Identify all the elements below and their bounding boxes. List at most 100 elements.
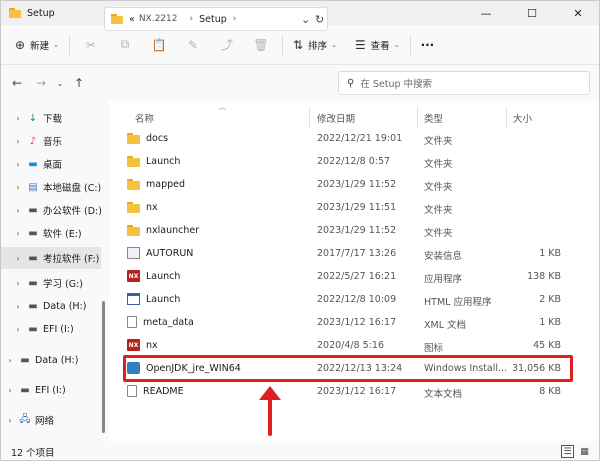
maximize-button[interactable]: ☐	[509, 1, 555, 25]
file-name-cell[interactable]: AUTORUN	[127, 247, 193, 259]
file-name-cell[interactable]: nxlauncher	[127, 224, 199, 236]
breadcrumb-separator-icon[interactable]: ›	[189, 14, 193, 24]
file-name-cell[interactable]: Launch	[127, 293, 180, 305]
file-name-cell[interactable]: NX nx	[127, 339, 158, 351]
share-icon[interactable]: ⤴	[210, 31, 244, 59]
breadcrumb-overflow[interactable]: «	[129, 14, 135, 25]
chevron-right-icon[interactable]: ›	[5, 416, 15, 425]
file-name-cell[interactable]: NX Launch	[127, 270, 180, 282]
forward-arrow-icon[interactable]: →	[29, 71, 53, 95]
file-row[interactable]: NX Launch 2022/5/27 16:21 应用程序 138 KB	[109, 266, 569, 289]
more-button[interactable]: ···	[415, 31, 441, 59]
file-name: mapped	[146, 178, 186, 190]
drive-icon: ▬	[20, 354, 30, 366]
chevron-right-icon[interactable]: ›	[13, 206, 23, 215]
file-row[interactable]: Launch 2022/12/8 10:09 HTML 应用程序 2 KB	[109, 289, 569, 312]
delete-icon[interactable]: 🗑	[244, 31, 278, 59]
sidebar-item-drive-i[interactable]: › ▬ EFI (I:)	[5, 379, 65, 401]
column-divider[interactable]	[417, 107, 418, 127]
chevron-right-icon[interactable]: ›	[13, 325, 23, 334]
chevron-right-icon[interactable]: ›	[13, 279, 23, 288]
file-name-cell[interactable]: README	[127, 385, 184, 397]
new-button[interactable]: ⊕ 新建 ⌄	[9, 31, 65, 59]
view-button[interactable]: ☰ 查看 ⌄	[349, 31, 406, 59]
breadcrumb[interactable]: Setup	[199, 14, 227, 25]
drive-icon: ▬	[28, 323, 38, 335]
column-header-size[interactable]: 大小	[513, 109, 532, 127]
file-row[interactable]: mapped 2023/1/29 11:52 文件夹	[109, 174, 569, 197]
sidebar-item-music[interactable]: › ♪ 音乐	[13, 130, 62, 152]
breadcrumb[interactable]: NX.2212	[139, 14, 178, 24]
file-name-cell[interactable]: docs	[127, 132, 168, 144]
file-type: 文件夹	[424, 205, 453, 216]
sidebar-scrollbar[interactable]	[102, 301, 105, 433]
chevron-right-icon[interactable]: ›	[5, 356, 15, 365]
column-header-modified[interactable]: 修改日期	[317, 109, 355, 127]
file-type: 文件夹	[424, 159, 453, 170]
file-type: 文本文档	[424, 389, 463, 400]
file-name-cell[interactable]: meta_data	[127, 316, 194, 328]
details-view-icon[interactable]: ☰	[561, 445, 574, 458]
divider	[281, 34, 283, 55]
sidebar-item-drive-d[interactable]: › ▬ 办公软件 (D:)	[13, 199, 102, 221]
explorer-window: Setup — ☐ ✕ ⊕ 新建 ⌄ ✂ ⧉ 📋 ✎ ⤴ 🗑 ⇅ 排序 ⌄ ☰ …	[0, 0, 600, 461]
file-modified: 2023/1/12 16:17	[317, 317, 397, 328]
sidebar-item-desktop[interactable]: › ▬ 桌面	[13, 153, 62, 175]
file-row[interactable]: docs 2022/12/21 19:01 文件夹	[109, 128, 569, 151]
file-name-cell[interactable]: nx	[127, 201, 158, 213]
rename-icon[interactable]: ✎	[176, 31, 210, 59]
paste-icon[interactable]: 📋	[142, 31, 176, 59]
chevron-right-icon[interactable]: ›	[5, 386, 15, 395]
chevron-right-icon[interactable]: ›	[13, 137, 23, 146]
chevron-right-icon[interactable]: ›	[13, 183, 23, 192]
file-row[interactable]: nx 2023/1/29 11:51 文件夹	[109, 197, 569, 220]
minimize-button[interactable]: —	[463, 1, 509, 25]
cut-icon[interactable]: ✂	[74, 31, 108, 59]
back-arrow-icon[interactable]: ←	[5, 71, 29, 95]
sidebar-item-drive-i[interactable]: › ▬ EFI (I:)	[13, 318, 73, 340]
chevron-right-icon[interactable]: ›	[13, 254, 23, 263]
file-row[interactable]: Launch 2022/12/8 0:57 文件夹	[109, 151, 569, 174]
folder-icon	[127, 178, 140, 190]
sidebar-item-label: 网络	[35, 416, 55, 427]
drive-icon: ▬	[28, 252, 38, 264]
file-modified: 2022/12/8 10:09	[317, 294, 397, 305]
file-row[interactable]: nxlauncher 2023/1/29 11:52 文件夹	[109, 220, 569, 243]
refresh-icon[interactable]: ↻	[315, 13, 324, 26]
sidebar-item-drive-c[interactable]: › ▤ 本地磁盘 (C:)	[13, 176, 101, 198]
recent-chevron-icon[interactable]: ⌄	[53, 71, 67, 95]
file-row[interactable]: meta_data 2023/1/12 16:17 XML 文档 1 KB	[109, 312, 569, 335]
document-icon	[127, 385, 137, 397]
sidebar-item-drive-g[interactable]: › ▬ 学习 (G:)	[13, 272, 83, 294]
sidebar-item-drive-e[interactable]: › ▬ 软件 (E:)	[13, 222, 81, 244]
copy-icon[interactable]: ⧉	[108, 31, 142, 59]
close-button[interactable]: ✕	[555, 1, 599, 25]
file-modified: 2023/1/29 11:52	[317, 225, 397, 236]
chevron-right-icon[interactable]: ›	[13, 229, 23, 238]
sidebar-item-drive-f[interactable]: › ▬ 考拉软件 (F:)	[1, 247, 101, 269]
breadcrumb-separator-icon[interactable]: ›	[233, 14, 237, 24]
sidebar-item-label: 桌面	[43, 160, 63, 171]
tiles-view-icon[interactable]: ▦	[578, 445, 591, 458]
file-name-cell[interactable]: Launch	[127, 155, 180, 167]
column-divider[interactable]	[506, 107, 507, 127]
sidebar-item-downloads[interactable]: › ↓ 下载	[13, 107, 62, 129]
file-row[interactable]: AUTORUN 2017/7/17 13:26 安装信息 1 KB	[109, 243, 569, 266]
search-input[interactable]: ⚲ 在 Setup 中搜索	[338, 71, 590, 95]
sidebar-item-label: Data (H:)	[35, 354, 79, 366]
sidebar-item-drive-h[interactable]: › ▬ Data (H:)	[13, 295, 86, 317]
chevron-right-icon[interactable]: ›	[13, 160, 23, 169]
chevron-right-icon[interactable]: ›	[13, 114, 23, 123]
dropdown-chevron-icon[interactable]: ⌄	[301, 13, 310, 26]
address-bar[interactable]: « NX.2212 › Setup › ⌄ ↻	[104, 7, 328, 31]
sort-button[interactable]: ⇅ 排序 ⌄	[287, 31, 343, 59]
up-arrow-icon[interactable]: ↑	[67, 71, 91, 95]
column-header-name[interactable]: 名称	[135, 109, 154, 127]
file-row[interactable]: README 2023/1/12 16:17 文本文档 8 KB	[109, 381, 569, 404]
sidebar-item-drive-h[interactable]: › ▬ Data (H:)	[5, 349, 78, 371]
column-header-type[interactable]: 类型	[424, 109, 443, 127]
chevron-right-icon[interactable]: ›	[13, 302, 23, 311]
file-name-cell[interactable]: mapped	[127, 178, 185, 190]
column-divider[interactable]	[309, 107, 310, 127]
sidebar-item-network[interactable]: › 🖧 网络	[5, 409, 54, 431]
